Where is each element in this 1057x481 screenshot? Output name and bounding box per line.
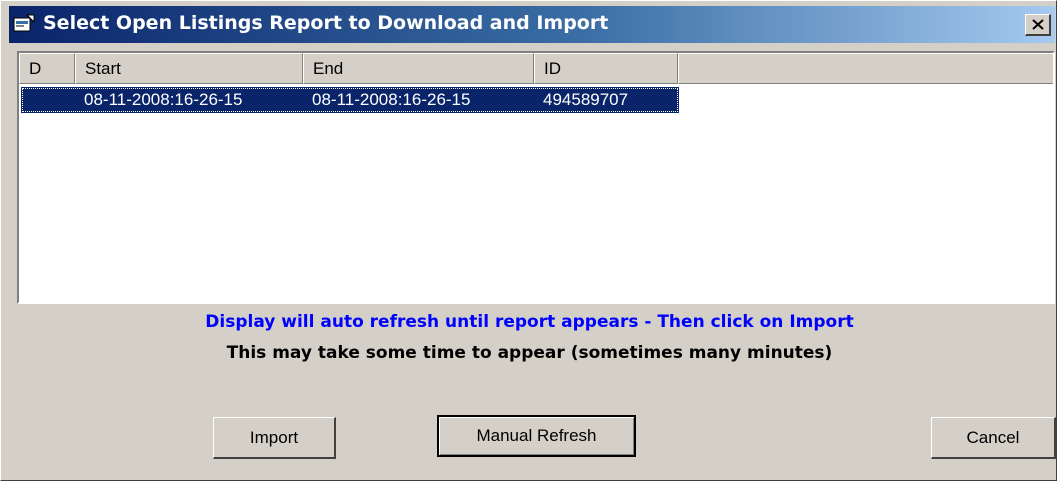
cell-id: 494589707	[543, 90, 629, 109]
list-header: D Start End ID	[19, 53, 1053, 84]
manual-refresh-button[interactable]: Manual Refresh	[437, 415, 636, 457]
window-title: Select Open Listings Report to Download …	[43, 12, 609, 34]
column-header-start[interactable]: Start	[75, 53, 303, 84]
note-message: This may take some time to appear (somet…	[226, 343, 833, 363]
import-button[interactable]: Import	[213, 417, 336, 459]
report-list[interactable]: D Start End ID 08-11-2008:16-26-15 08-11…	[17, 51, 1055, 304]
cancel-button[interactable]: Cancel	[931, 417, 1056, 459]
info-message: Display will auto refresh until report a…	[205, 312, 854, 332]
close-icon	[1031, 19, 1044, 30]
column-header-d[interactable]: D	[19, 53, 75, 84]
app-icon	[13, 14, 35, 32]
title-bar[interactable]: Select Open Listings Report to Download …	[9, 6, 1055, 43]
column-header-filler	[678, 53, 1053, 84]
cell-start: 08-11-2008:16-26-15	[84, 90, 243, 109]
cell-end: 08-11-2008:16-26-15	[312, 90, 471, 109]
column-header-id[interactable]: ID	[534, 53, 678, 84]
column-header-end[interactable]: End	[303, 53, 534, 84]
close-button[interactable]	[1025, 14, 1051, 36]
dialog-window: Select Open Listings Report to Download …	[0, 0, 1057, 481]
list-row-selected[interactable]: 08-11-2008:16-26-15 08-11-2008:16-26-15 …	[21, 87, 679, 113]
